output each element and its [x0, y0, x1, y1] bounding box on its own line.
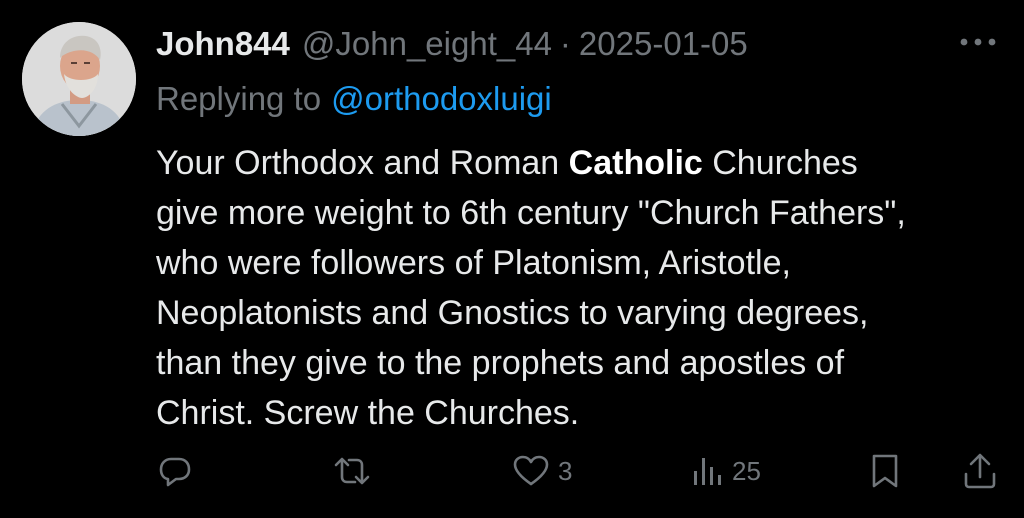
avatar-photo — [22, 22, 136, 136]
tweet-text-line: Christ. Screw the Churches. — [156, 394, 580, 432]
bookmark-icon — [872, 454, 898, 488]
like-count: 3 — [558, 455, 573, 486]
tweet-text-line: Neoplatonists and Gnostics to varying de… — [156, 294, 869, 332]
more-options-icon[interactable] — [956, 32, 1000, 52]
tweet-header: John844 @John_eight_44 · 2025-01-05 — [156, 20, 748, 68]
tweet-text-line: who were followers of Platonism, Aristot… — [156, 244, 791, 282]
tweet-text-line: give more weight to 6th century "Church … — [156, 194, 906, 232]
like-button[interactable]: 3 — [512, 446, 572, 496]
separator-dot: · — [559, 25, 571, 62]
retweet-icon — [334, 457, 370, 485]
tweet[interactable]: John844 @John_eight_44 · 2025-01-05 Repl… — [0, 0, 1024, 518]
text-segment: Churches — [702, 144, 858, 182]
tweet-text-line: Your Orthodox and Roman Catholic Churche… — [156, 138, 986, 188]
views-count: 25 — [732, 455, 761, 486]
action-bar: 3 25 — [156, 446, 1006, 496]
replying-to-handle-link[interactable]: @orthodoxluigi — [331, 80, 552, 118]
avatar[interactable] — [22, 22, 136, 136]
reply-icon — [159, 457, 191, 487]
share-button[interactable] — [962, 446, 998, 496]
replying-to: Replying to @orthodoxluigi — [156, 76, 552, 122]
highlighted-keyword: Catholic — [568, 144, 703, 182]
views-icon — [694, 458, 721, 485]
tweet-text-line: than they give to the prophets and apost… — [156, 344, 845, 382]
reply-button[interactable] — [158, 446, 192, 496]
display-name[interactable]: John844 — [156, 25, 290, 63]
tweet-date[interactable]: 2025-01-05 — [579, 25, 748, 63]
replying-to-label: Replying to — [156, 80, 322, 117]
user-handle[interactable]: @John_eight_44 — [302, 25, 552, 63]
views-button[interactable]: 25 — [690, 446, 761, 496]
tweet-text: Your Orthodox and Roman Catholic Churche… — [156, 138, 986, 438]
bookmark-button[interactable] — [868, 446, 902, 496]
retweet-button[interactable] — [332, 446, 372, 496]
text-segment: Your Orthodox and Roman — [156, 144, 569, 182]
heart-icon — [513, 455, 549, 486]
share-icon — [964, 453, 996, 489]
